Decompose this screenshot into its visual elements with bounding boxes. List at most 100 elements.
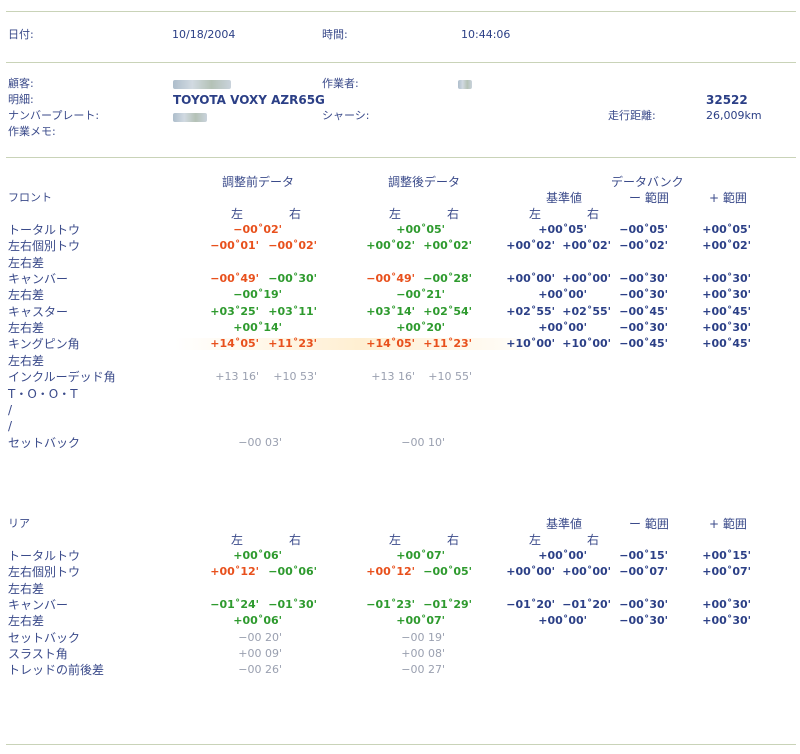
front-ref-right-header: 右 (587, 207, 600, 221)
rear-cell-a-mid: +00˚07' (396, 549, 445, 562)
front-cell-plus: +00˚30' (702, 288, 751, 302)
chassis-label: シャーシ: (322, 109, 370, 122)
front-cell-b-mid: +00˚14' (233, 321, 282, 335)
front-cell-plus: +00˚30' (702, 321, 751, 335)
front-cell-a-mid: +00˚20' (396, 321, 445, 335)
front-cell-a-r: +10 55' (428, 370, 472, 384)
rear-cell-b-mid: +00 09' (238, 647, 282, 661)
front-row-label: 左右差 (8, 255, 45, 270)
rear-cell-plus: +00˚30' (702, 598, 751, 612)
front-row-label: トータルトウ (8, 223, 81, 237)
front-row-label: / (8, 402, 13, 417)
front-cell-a-r: −00˚28' (423, 272, 472, 286)
rear-cell-minus: −00˚30' (619, 614, 668, 628)
front-cell-plus: +00˚30' (702, 272, 751, 286)
front-cell-ref-mid: +00˚00' (538, 321, 587, 335)
customer-label: 顧客: (8, 77, 34, 90)
rear-cell-plus: +00˚15' (702, 549, 751, 562)
front-cell-b-mid: −00˚19' (233, 288, 282, 302)
rear-row-label: トータルトウ (8, 549, 81, 563)
front-cell-a-mid: +00˚05' (396, 223, 445, 236)
rear-before-right-header: 右 (289, 533, 302, 547)
front-row-label: キャンバー (8, 272, 69, 287)
front-row-label: セットバック (8, 435, 81, 450)
plate-value-redacted (173, 112, 207, 126)
top-rule (6, 11, 796, 12)
rear-cell-ref-mid: +00˚00' (538, 549, 587, 562)
front-row-label: 左右個別トウ (8, 239, 81, 254)
vehicle-name: TOYOTA VOXY AZR65G (173, 93, 325, 107)
front-cell-b-mid: −00˚02' (233, 223, 282, 236)
header-rule (6, 62, 796, 63)
rear-title: リア (8, 517, 30, 530)
rear-cell-minus: −00˚30' (619, 598, 668, 612)
front-row-label: キャスター (8, 304, 69, 319)
front-before-right-header: 右 (289, 207, 302, 221)
front-cell-a-mid: −00 10' (401, 435, 445, 449)
detail-label: 明細: (8, 93, 34, 106)
front-cell-minus: −00˚02' (619, 239, 668, 253)
front-cell-plus: +00˚45' (702, 304, 751, 318)
rear-cell-b-r: −01˚30' (268, 598, 317, 612)
rear-cell-plus: +00˚07' (702, 565, 751, 579)
bottom-rule (6, 744, 796, 745)
before-header: 調整前データ (222, 175, 295, 189)
rear-row-label: 左右差 (8, 614, 45, 629)
rear-minus-range-header: ー 範囲 (629, 517, 669, 531)
front-cell-b-r: +10 53' (273, 370, 317, 384)
front-cell-minus: −00˚30' (619, 272, 668, 286)
time-value: 10:44:06 (461, 28, 511, 41)
rear-ref-right-header: 右 (587, 533, 600, 547)
front-plus-range-header: + 範囲 (709, 191, 747, 205)
rear-cell-minus: −00˚07' (619, 565, 668, 579)
mileage-label: 走行距離: (608, 109, 656, 122)
date-label: 日付: (8, 28, 34, 41)
front-row-label: 左右差 (8, 321, 45, 336)
time-label: 時間: (322, 28, 348, 41)
rear-after-left-header: 左 (389, 533, 402, 547)
after-header: 調整後データ (388, 175, 461, 189)
rear-reference-header: 基準値 (546, 517, 583, 531)
operator-label: 作業者: (322, 77, 359, 90)
front-cell-minus: −00˚45' (619, 304, 668, 318)
rear-ref-left-header: 左 (529, 533, 542, 547)
rear-after-right-header: 右 (447, 533, 460, 547)
rear-cell-ref-mid: +00˚00' (538, 614, 587, 628)
front-after-right-header: 右 (447, 207, 460, 221)
rear-row-label: 左右個別トウ (8, 565, 81, 580)
front-row-label: 左右差 (8, 353, 45, 368)
rear-before-left-header: 左 (231, 533, 244, 547)
front-cell-minus: −00˚05' (619, 223, 668, 236)
operator-value-redacted (458, 79, 472, 93)
customer-value-redacted (173, 79, 231, 93)
rear-cell-a-mid: −00 19' (401, 630, 445, 644)
rear-row-label: キャンバー (8, 598, 69, 613)
front-row-label: キングピン角 (8, 337, 80, 352)
front-reference-header: 基準値 (546, 191, 583, 205)
front-cell-a-mid: −00˚21' (396, 288, 445, 302)
vehicle-code: 32522 (706, 93, 748, 107)
rear-cell-a-mid: +00˚07' (396, 614, 445, 628)
rear-cell-a-mid: +00 08' (401, 647, 445, 661)
databank-header: データバンク (611, 175, 684, 189)
front-cell-plus: +00˚05' (702, 223, 751, 236)
front-cell-minus: −00˚45' (619, 337, 668, 351)
date-value: 10/18/2004 (172, 28, 236, 41)
front-minus-range-header: ー 範囲 (629, 191, 669, 205)
rear-cell-a-r: −01˚29' (423, 598, 472, 612)
front-cell-ref-mid: +00˚00' (538, 288, 587, 302)
front-title: フロント (8, 191, 52, 204)
rear-cell-minus: −00˚15' (619, 549, 668, 562)
front-cell-a-r: +11˚23' (423, 337, 472, 351)
rear-row-label: トレッドの前後差 (8, 663, 105, 678)
front-after-left-header: 左 (389, 207, 402, 221)
mileage-value: 26,009km (706, 109, 762, 122)
front-cell-a-r: +02˚54' (423, 304, 472, 318)
plate-label: ナンバープレート: (8, 109, 100, 122)
memo-label: 作業メモ: (8, 125, 56, 138)
rear-cell-b-mid: +00˚06' (233, 549, 282, 562)
rear-cell-b-mid: +00˚06' (233, 614, 282, 628)
rear-cell-b-mid: −00 26' (238, 663, 282, 677)
front-before-left-header: 左 (231, 207, 244, 221)
front-cell-plus: +00˚02' (702, 239, 751, 253)
